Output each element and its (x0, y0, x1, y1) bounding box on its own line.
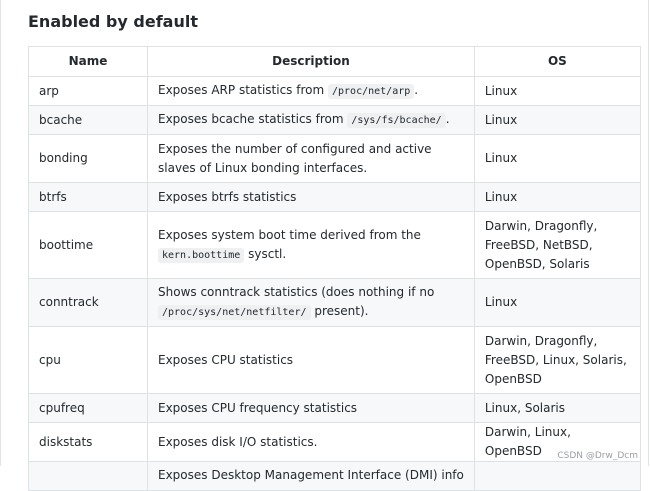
cell-description: Shows conntrack statistics (does nothing… (147, 278, 475, 327)
content-frame-right-border (648, 0, 649, 466)
table-row: boottime Exposes system boot time derive… (28, 211, 641, 279)
table-row: diskstats Exposes disk I/O statistics. D… (28, 422, 641, 462)
cell-name: bonding (28, 134, 148, 183)
table-header-row: Name Description OS (28, 46, 641, 77)
column-header-name: Name (28, 46, 148, 77)
cell-description: Exposes system boot time derived from th… (147, 211, 475, 279)
table-row: cpufreq Exposes CPU frequency statistics… (28, 393, 641, 423)
description-text-tail: sysctl. (248, 246, 287, 261)
description-text: Exposes system boot time derived from th… (158, 227, 421, 242)
table-row: arp Exposes ARP statistics from /proc/ne… (28, 76, 641, 106)
description-text: Shows conntrack statistics (does nothing… (158, 285, 435, 299)
table-body: arp Exposes ARP statistics from /proc/ne… (28, 76, 641, 491)
cell-os: Linux, Solaris (473, 393, 641, 423)
description-text-tail: . (445, 112, 450, 126)
description-text-tail: . (414, 83, 419, 97)
inline-code: /proc/sys/net/netfilter/ (158, 305, 311, 320)
cell-description: Exposes bcache statistics from /sys/fs/b… (147, 105, 475, 135)
cell-description: Exposes btrfs statistics (147, 182, 475, 212)
cell-name: cpufreq (28, 393, 148, 423)
inline-code: /sys/fs/bcache/ (347, 113, 446, 128)
cell-os: Darwin, Dragonfly, FreeBSD, Linux, Solar… (473, 326, 641, 394)
cell-description: Exposes CPU frequency statistics (147, 393, 475, 423)
cell-description: Exposes the number of configured and act… (147, 134, 475, 183)
cell-os: Linux (473, 134, 641, 183)
description-text-tail: present). (314, 304, 369, 318)
column-header-os: OS (473, 46, 641, 77)
section-heading: Enabled by default (28, 12, 198, 31)
description-text: Exposes bcache statistics from (158, 112, 344, 126)
content-frame-left-border (0, 0, 1, 466)
column-header-description: Description (147, 46, 475, 77)
cell-name: cpu (28, 326, 148, 394)
cell-description: Exposes ARP statistics from /proc/net/ar… (147, 76, 475, 106)
cell-name: bcache (28, 105, 148, 135)
cell-os: Darwin, Dragonfly, FreeBSD, NetBSD, Open… (473, 211, 641, 279)
cell-name: conntrack (28, 278, 148, 327)
cell-name: btrfs (28, 182, 148, 212)
cell-description: Exposes CPU statistics (147, 326, 475, 394)
cell-name: diskstats (28, 422, 148, 462)
table-row: conntrack Shows conntrack statistics (do… (28, 278, 641, 327)
table-row: cpu Exposes CPU statistics Darwin, Drago… (28, 326, 641, 394)
cell-os: Linux (473, 278, 641, 327)
cell-os: Linux (473, 105, 641, 135)
table-row: btrfs Exposes btrfs statistics Linux (28, 182, 641, 212)
inline-code: kern.boottime (158, 247, 245, 263)
cell-name: arp (28, 76, 148, 106)
cell-description: Exposes disk I/O statistics. (147, 422, 475, 462)
table-header: Name Description OS (28, 46, 641, 77)
watermark: CSDN @Drw_Dcm (557, 451, 638, 461)
table-row: bonding Exposes the number of configured… (28, 134, 641, 183)
collectors-table: Name Description OS arp Exposes ARP stat… (28, 46, 641, 491)
inline-code: /proc/net/arp (328, 84, 415, 99)
table-row: bcache Exposes bcache statistics from /s… (28, 105, 641, 135)
cell-os: Linux (473, 182, 641, 212)
description-text: Exposes ARP statistics from (158, 83, 325, 97)
cell-os: Linux (473, 76, 641, 106)
cell-name: boottime (28, 211, 148, 279)
